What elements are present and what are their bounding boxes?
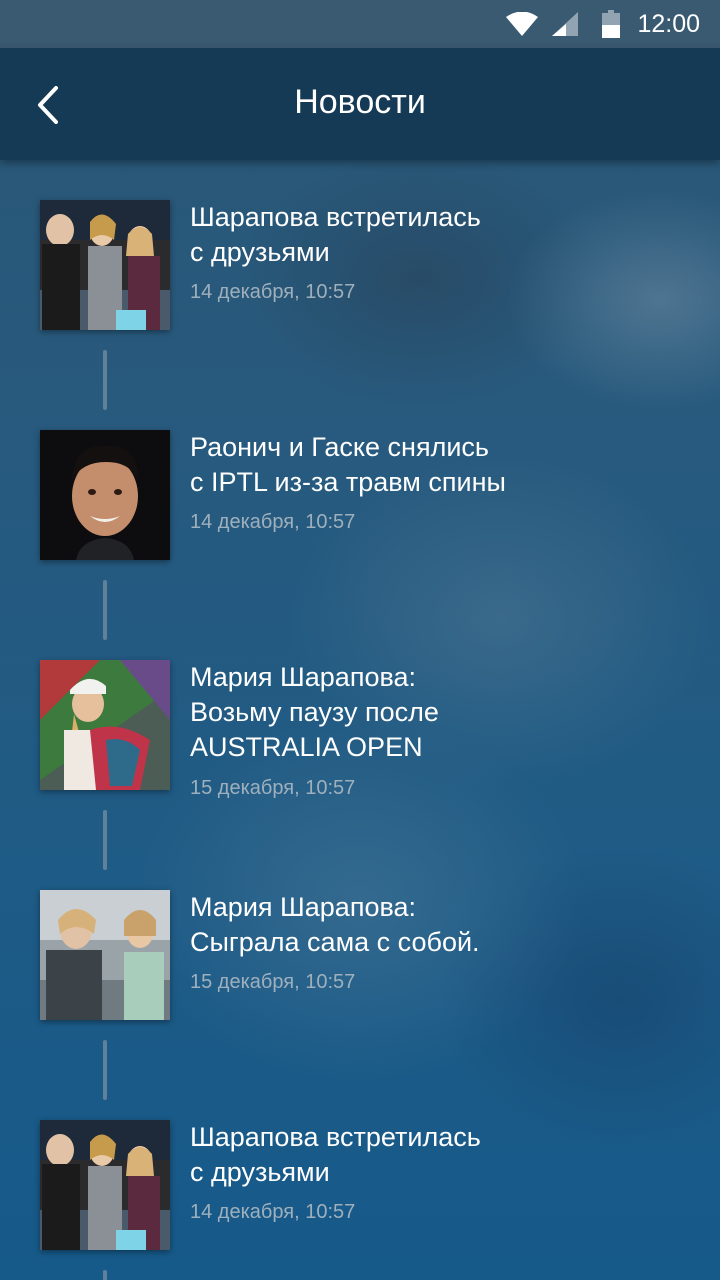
news-title: Раонич и Гаске снялись с IPTL из-за трав… (190, 432, 506, 497)
news-title: Шарапова встретилась с друзьями (190, 1122, 481, 1187)
news-item[interactable]: Мария Шарапова: Сыграла сама с собой. 15… (40, 890, 680, 1020)
timeline-connector (103, 1040, 107, 1100)
wifi-icon (506, 11, 538, 40)
news-item[interactable]: Раонич и Гаске снялись с IPTL из-за трав… (40, 430, 680, 560)
timeline-connector (103, 810, 107, 870)
timeline-connector (103, 350, 107, 410)
news-item[interactable]: Шарапова встретилась с друзьями 14 декаб… (40, 200, 680, 330)
news-date: 15 декабря, 10:57 (190, 971, 356, 993)
signal-icon (552, 12, 578, 40)
news-thumbnail (40, 660, 170, 790)
timeline-connector (103, 580, 107, 640)
news-item[interactable]: Шарапова встретилась с друзьями 14 декаб… (40, 1120, 680, 1250)
news-thumbnail (40, 430, 170, 560)
news-list: Шарапова встретилась с друзьями 14 декаб… (0, 160, 720, 1280)
news-title: Мария Шарапова: Сыграла сама с собой. (190, 892, 480, 957)
news-thumbnail (40, 1120, 170, 1250)
news-date: 14 декабря, 10:57 (190, 1201, 356, 1223)
news-date: 14 декабря, 10:57 (190, 281, 356, 303)
news-thumbnail (40, 200, 170, 330)
app-bar: Новости (0, 48, 720, 160)
status-bar: 12:00 (0, 0, 720, 48)
page-title: Новости (294, 83, 426, 121)
status-time: 12:00 (637, 10, 700, 38)
news-item[interactable]: Мария Шарапова: Возьму паузу после AUSTR… (40, 660, 680, 800)
news-thumbnail (40, 890, 170, 1020)
news-title: Мария Шарапова: Возьму паузу после AUSTR… (190, 662, 439, 762)
news-title: Шарапова встретилась с друзьями (190, 202, 481, 267)
battery-icon (602, 10, 620, 42)
news-date: 14 декабря, 10:57 (190, 511, 356, 533)
timeline-connector (103, 1270, 107, 1280)
news-date: 15 декабря, 10:57 (190, 777, 356, 799)
